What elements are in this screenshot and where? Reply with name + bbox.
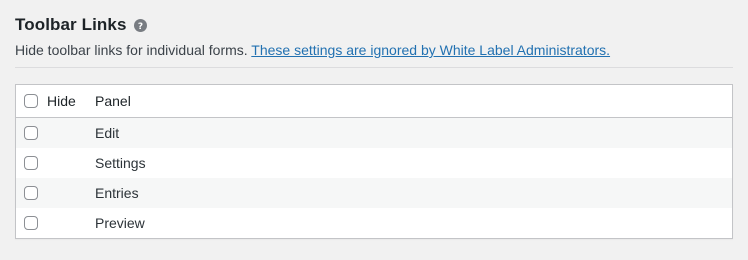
section-description: Hide toolbar links for individual forms.…: [15, 42, 610, 58]
panel-name: Edit: [95, 125, 120, 141]
table-row: Settings: [16, 148, 732, 178]
hide-entries-checkbox[interactable]: [24, 186, 38, 200]
white-label-admin-link[interactable]: These settings are ignored by White Labe…: [251, 42, 610, 58]
panel-name: Entries: [95, 185, 139, 201]
row-checkbox-cell: [16, 216, 95, 230]
panel-column-header: Panel: [95, 93, 131, 109]
table-header: Hide Panel: [16, 85, 732, 118]
table-row: Preview: [16, 208, 732, 238]
row-checkbox-cell: [16, 126, 95, 140]
table-row: Entries: [16, 178, 732, 208]
help-icon[interactable]: ?: [133, 18, 147, 32]
table-row: Edit: [16, 118, 732, 148]
hide-column-header: Hide: [16, 93, 95, 109]
section-header: Toolbar Links ?: [15, 14, 147, 36]
select-all-checkbox[interactable]: [24, 94, 38, 108]
divider: [15, 67, 733, 68]
panel-name: Preview: [95, 215, 145, 231]
description-text: Hide toolbar links for individual forms.: [15, 42, 252, 58]
section-title: Toolbar Links: [15, 15, 127, 34]
hide-edit-checkbox[interactable]: [24, 126, 38, 140]
row-checkbox-cell: [16, 156, 95, 170]
row-checkbox-cell: [16, 186, 95, 200]
svg-text:?: ?: [137, 21, 142, 31]
hide-preview-checkbox[interactable]: [24, 216, 38, 230]
toolbar-links-table: Hide Panel Edit Settings Entries Preview: [15, 84, 733, 239]
panel-name: Settings: [95, 155, 146, 171]
hide-column-label: Hide: [47, 93, 76, 109]
hide-settings-checkbox[interactable]: [24, 156, 38, 170]
